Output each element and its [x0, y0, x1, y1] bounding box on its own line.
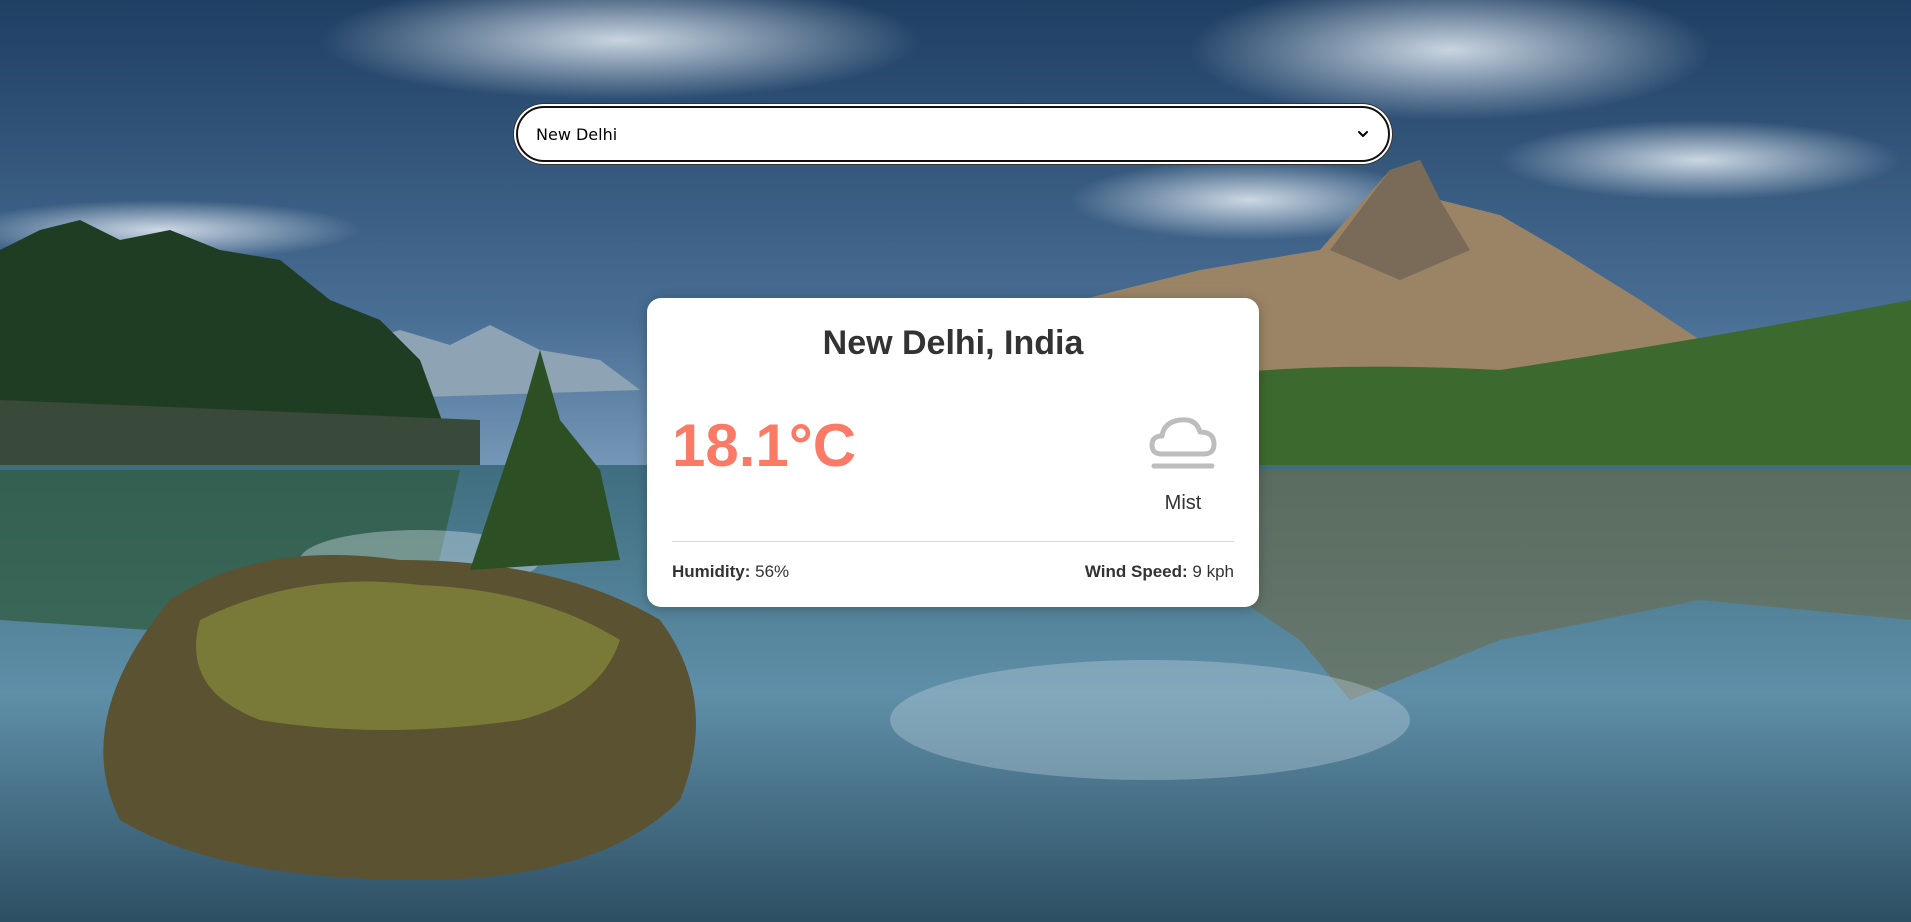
mist-cloud-icon — [1149, 417, 1217, 469]
wind-speed-label: Wind Speed: — [1084, 562, 1188, 581]
city-select-value: New Delhi — [536, 124, 618, 144]
humidity-stat: Humidity: 56% — [672, 562, 789, 582]
city-select[interactable]: New Delhi — [516, 106, 1390, 162]
weather-card: New Delhi, India 18.1°C Mist Humidity: 5… — [647, 298, 1259, 607]
wind-speed-stat: Wind Speed: 9 kph — [1085, 562, 1234, 582]
weather-app: New Delhi New Delhi, India 18.1°C Mist H… — [0, 0, 1911, 922]
wind-speed-value: 9 kph — [1192, 562, 1234, 581]
divider — [672, 541, 1234, 542]
condition-text: Mist — [1164, 492, 1202, 514]
chevron-down-icon — [1356, 127, 1370, 141]
location-title: New Delhi, India — [822, 324, 1084, 362]
humidity-value: 56% — [755, 562, 790, 581]
temperature-value: 18.1°C — [672, 412, 857, 479]
humidity-label: Humidity: — [672, 562, 751, 581]
